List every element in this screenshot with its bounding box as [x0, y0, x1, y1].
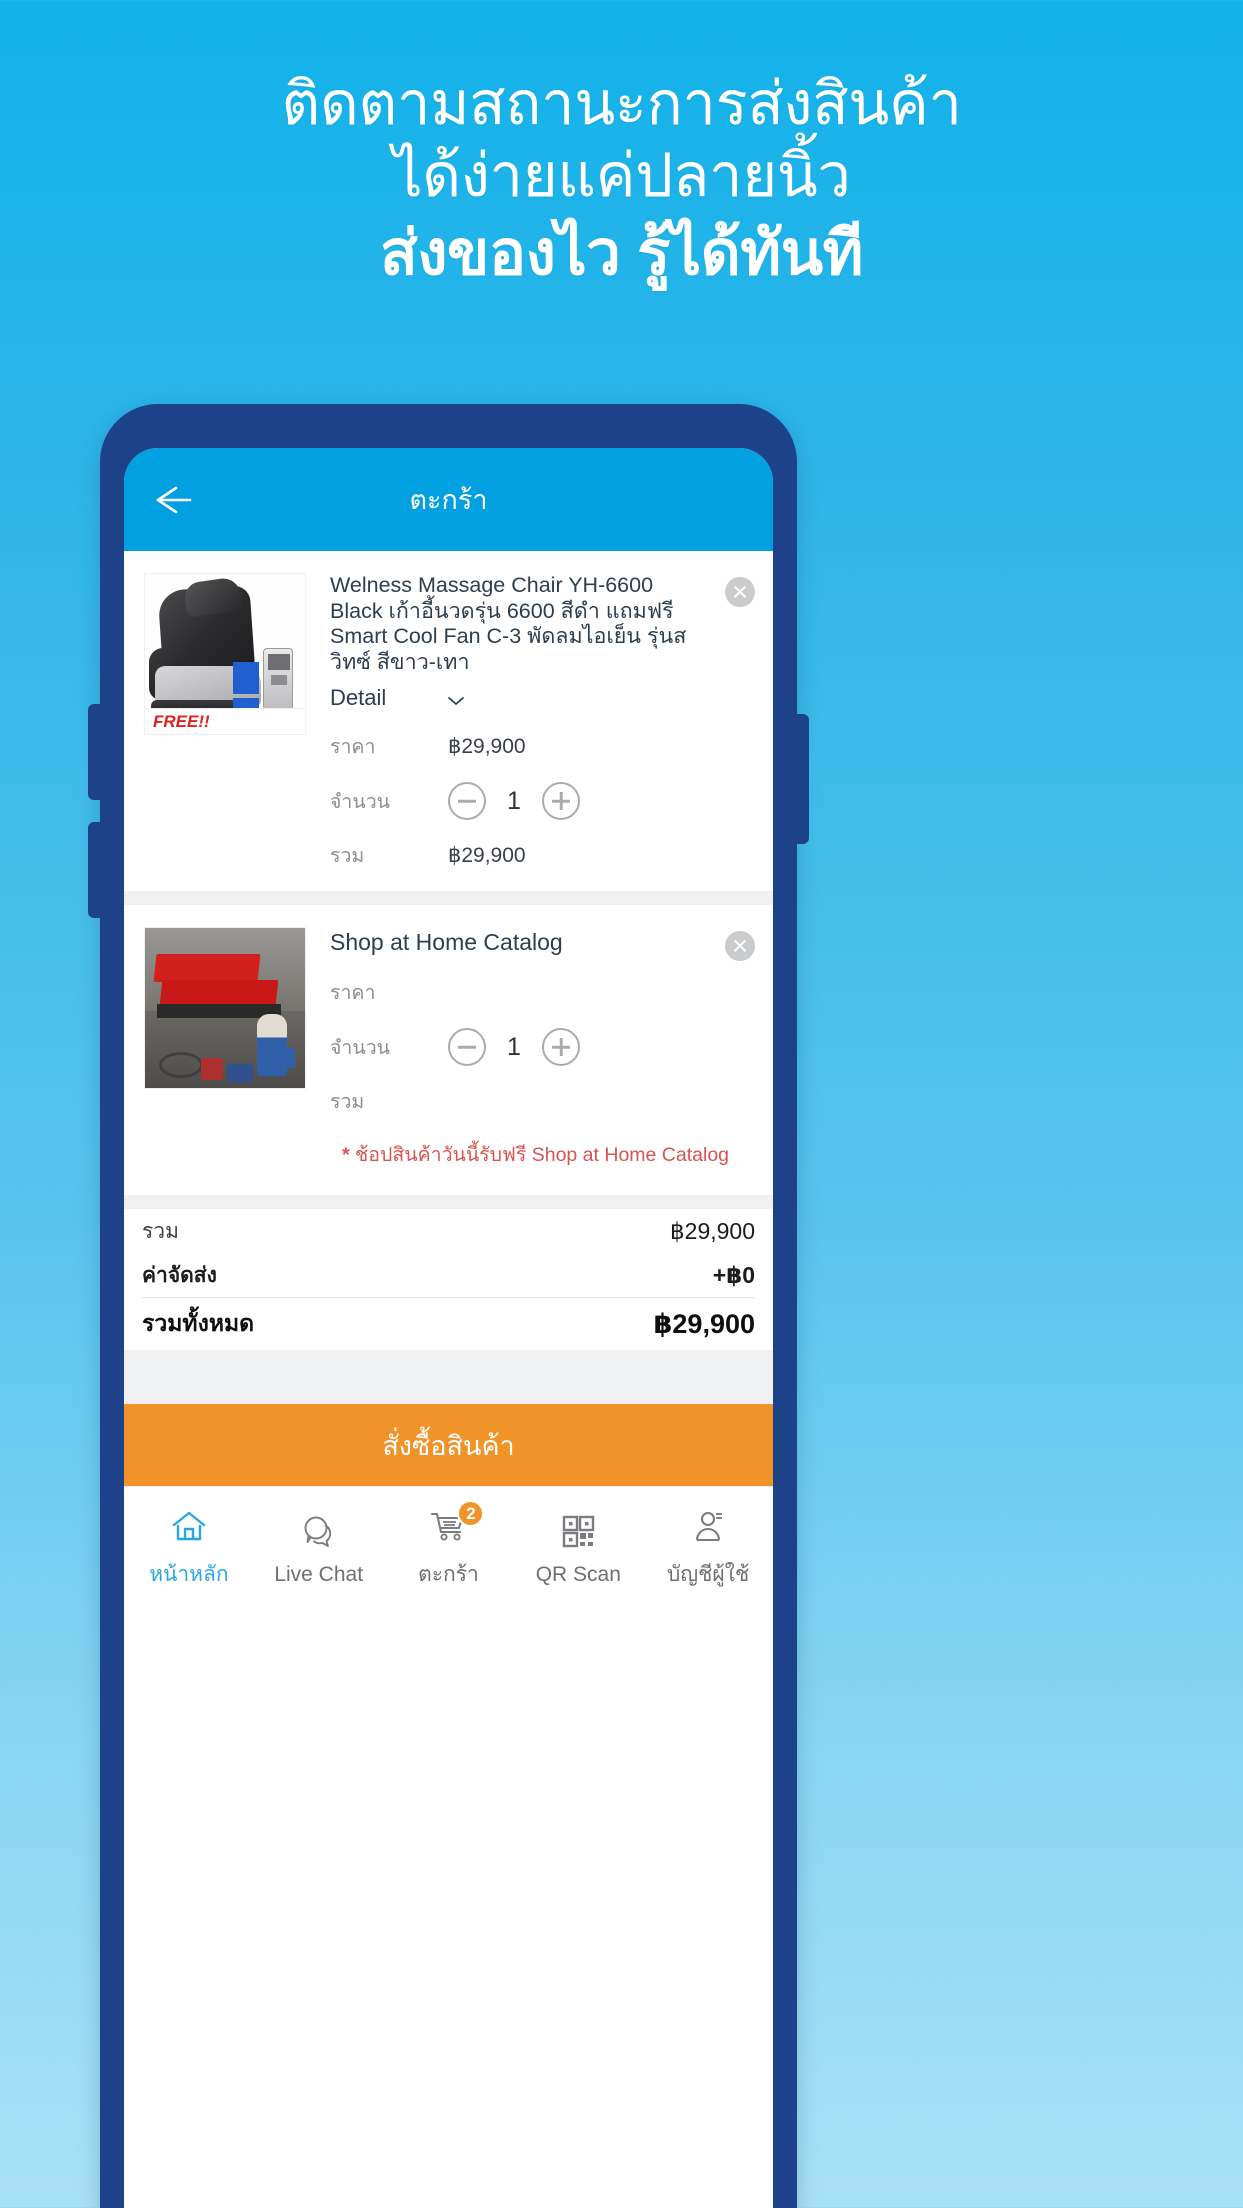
summary-subtotal-value: ฿29,900: [670, 1217, 755, 1244]
summary-shipping-row: ค่าจัดส่ง +฿0: [142, 1253, 755, 1297]
nav-label-account: บัญชีผู้ใช้: [666, 1563, 750, 1586]
decrease-quantity-button[interactable]: [448, 782, 486, 820]
summary-shipping-value: +฿0: [712, 1261, 755, 1288]
nav-label-home: หน้าหลัก: [149, 1563, 229, 1586]
cart-list: FREE!! Welness Massage Chair YH-6600 Bla…: [124, 551, 773, 1404]
back-arrow-icon[interactable]: [146, 480, 198, 520]
remove-item-icon[interactable]: [725, 577, 755, 607]
price-label: ราคา: [330, 982, 376, 1004]
price-row: ราคา: [330, 977, 699, 1008]
quantity-stepper: 1: [448, 1028, 580, 1066]
summary-subtotal-row: รวม ฿29,900: [142, 1209, 755, 1253]
quantity-row: จำนวน 1: [330, 782, 699, 820]
price-row: ราคา ฿29,900: [330, 731, 699, 762]
summary-grand-total-value: ฿29,900: [653, 1308, 755, 1339]
product-title: Shop at Home Catalog: [330, 929, 563, 955]
chevron-down-icon: [447, 693, 465, 705]
item-total-label: รวม: [330, 1091, 365, 1113]
volume-up-button[interactable]: [88, 704, 101, 800]
volume-down-button[interactable]: [88, 822, 101, 918]
checkout-button[interactable]: สั่งซื้อสินค้า: [124, 1404, 773, 1486]
cart-item-row: FREE!! Welness Massage Chair YH-6600 Bla…: [124, 551, 773, 891]
product-title: Welness Massage Chair YH-6600 Black เก้า…: [330, 573, 687, 674]
summary-grand-total-label: รวมทั้งหมด: [142, 1310, 255, 1336]
item-total-value: ฿29,900: [448, 844, 526, 867]
nav-label-qr-scan: QR Scan: [535, 1562, 621, 1586]
summary-grand-total-row: รวมทั้งหมด ฿29,900: [142, 1298, 755, 1350]
promo-note-text: ช้อปสินค้าวันนี้รับฟรี Shop at Home Cata…: [355, 1144, 730, 1166]
quantity-label: จำนวน: [330, 790, 390, 813]
nav-label-cart: ตะกร้า: [418, 1563, 479, 1586]
promo-line-2: ได้ง่ายแค่ปลายนิ้ว: [392, 142, 851, 209]
user-account-icon: [688, 1504, 728, 1548]
product-image: FREE!!: [144, 573, 306, 735]
promo-line-1: ติดตามสถานะการส่งสินค้า: [281, 70, 962, 137]
nav-item-cart[interactable]: 2 ตะกร้า: [384, 1487, 514, 1608]
quantity-stepper: 1: [448, 782, 580, 820]
home-icon: [169, 1504, 209, 1548]
list-divider: [124, 1195, 773, 1209]
power-button[interactable]: [796, 714, 809, 844]
nav-label-live-chat: Live Chat: [274, 1562, 364, 1586]
bottom-navigation: หน้าหลัก Live Chat 2 ตะกร้า QR Scan บัญช…: [124, 1486, 773, 1608]
promo-note: * ช้อปสินค้าวันนี้รับฟรี Shop at Home Ca…: [124, 1137, 773, 1195]
summary-subtotal-label: รวม: [142, 1219, 179, 1243]
remove-item-icon[interactable]: [725, 931, 755, 961]
free-badge: FREE!!: [145, 708, 305, 734]
detail-toggle[interactable]: Detail: [330, 685, 465, 711]
phone-screen: ตะกร้า FREE!! Welness Massage Chair YH-6…: [124, 448, 773, 2208]
increase-quantity-button[interactable]: [542, 1028, 580, 1066]
nav-item-home[interactable]: หน้าหลัก: [124, 1487, 254, 1608]
detail-label: Detail: [330, 685, 387, 710]
promo-note-star: *: [342, 1144, 350, 1166]
list-divider: [124, 891, 773, 905]
phone-mockup: ตะกร้า FREE!! Welness Massage Chair YH-6…: [88, 404, 809, 2208]
quantity-value: 1: [507, 786, 521, 815]
item-total-label: รวม: [330, 845, 365, 867]
nav-item-account[interactable]: บัญชีผู้ใช้: [643, 1487, 773, 1608]
item-total-row: รวม ฿29,900: [330, 840, 699, 871]
chat-bubble-icon: [299, 1509, 339, 1553]
app-header: ตะกร้า: [124, 448, 773, 551]
page-title: ตะกร้า: [409, 485, 488, 515]
cart-item-row: Shop at Home Catalog ราคา จำนวน 1 รวม: [124, 905, 773, 1137]
price-label: ราคา: [330, 736, 376, 758]
nav-item-live-chat[interactable]: Live Chat: [254, 1487, 384, 1608]
nav-item-qr-scan[interactable]: QR Scan: [513, 1487, 643, 1608]
quantity-row: จำนวน 1: [330, 1028, 699, 1066]
promo-line-3: ส่งของไว รู้ได้ทันที: [379, 219, 864, 288]
summary-shipping-label: ค่าจัดส่ง: [142, 1263, 217, 1287]
bottom-spacer: [124, 1350, 773, 1404]
quantity-label: จำนวน: [330, 1036, 390, 1059]
product-image: [144, 927, 306, 1089]
promo-headline: ติดตามสถานะการส่งสินค้า ได้ง่ายแค่ปลายนิ…: [0, 68, 1243, 294]
quantity-value: 1: [507, 1032, 521, 1061]
decrease-quantity-button[interactable]: [448, 1028, 486, 1066]
order-summary: รวม ฿29,900 ค่าจัดส่ง +฿0 รวมทั้งหมด ฿29…: [124, 1209, 773, 1350]
price-value: ฿29,900: [448, 735, 526, 758]
cart-icon: 2: [428, 1500, 485, 1548]
increase-quantity-button[interactable]: [542, 782, 580, 820]
qr-code-icon: [558, 1509, 598, 1553]
cart-badge: 2: [457, 1500, 485, 1527]
item-total-row: รวม: [330, 1086, 699, 1117]
